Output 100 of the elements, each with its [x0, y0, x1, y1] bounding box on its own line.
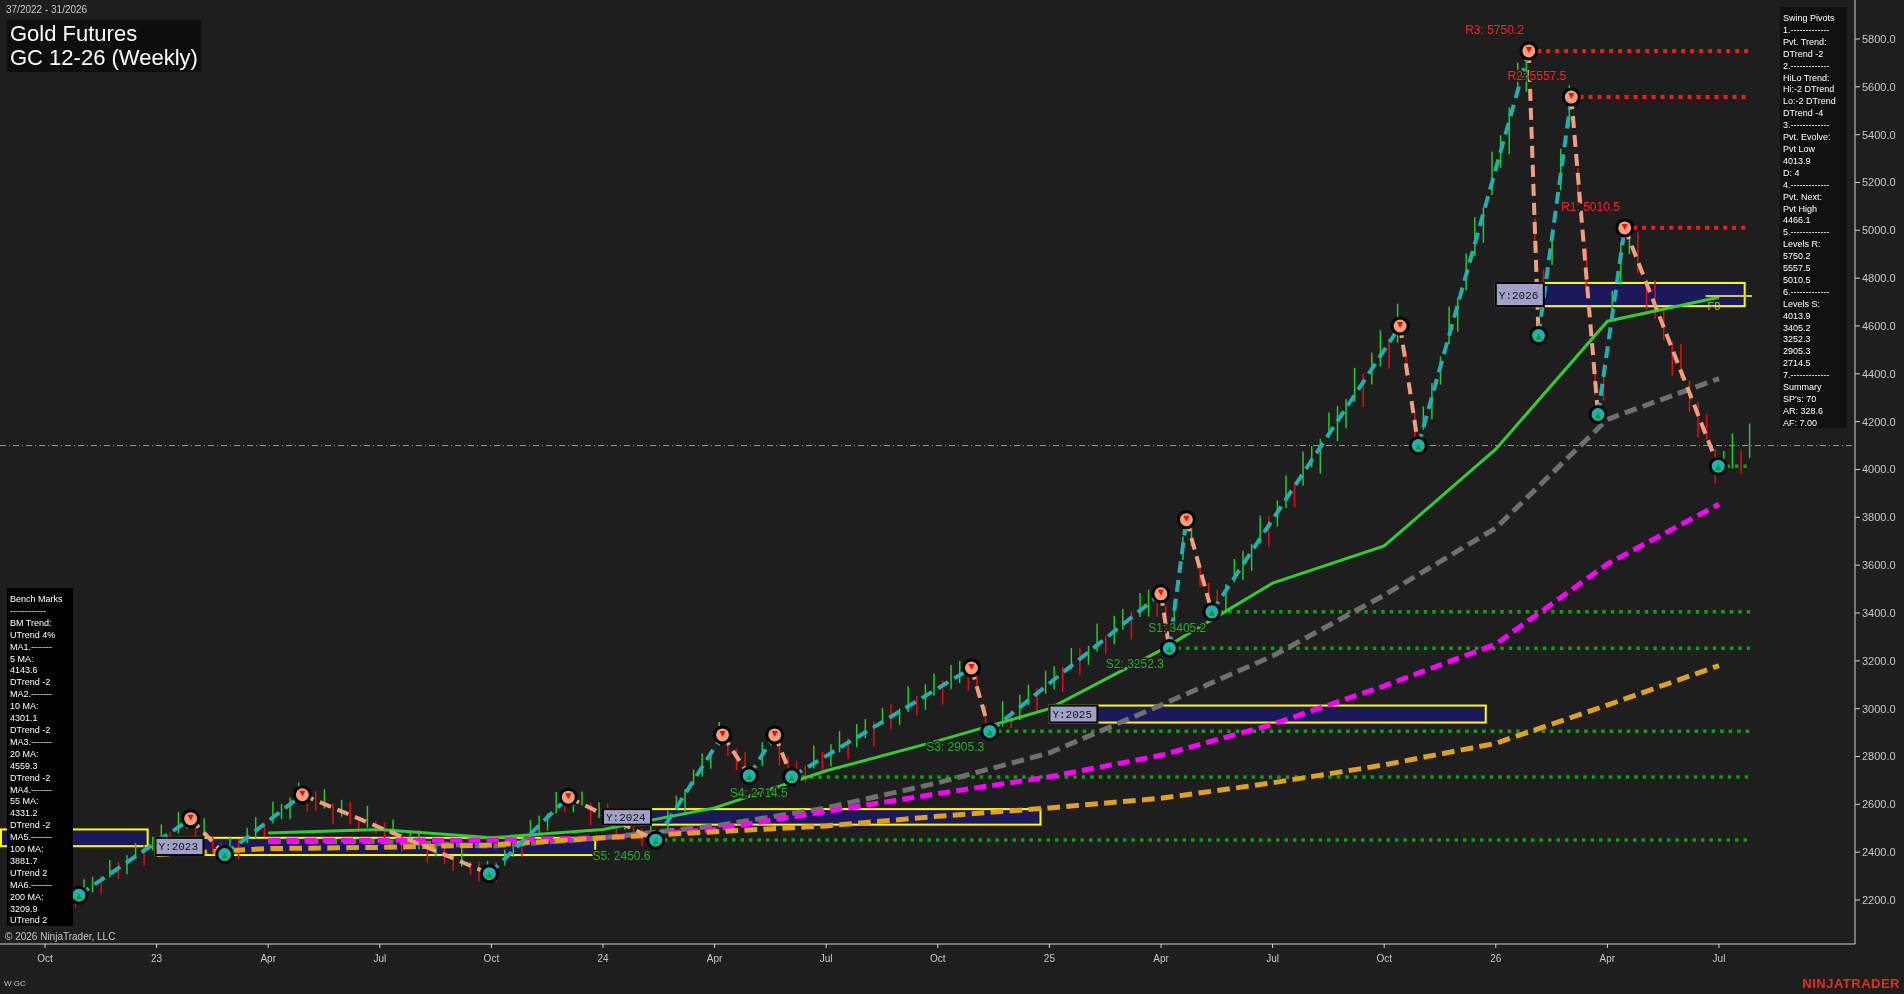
y-axis-label: 5800.0: [1862, 33, 1896, 45]
y-axis-label: 3800.0: [1862, 511, 1896, 524]
benchmark-text: 5 MA:: [10, 653, 35, 666]
swing-pivot-text: 2905.3: [1783, 346, 1812, 359]
y-axis-label: 5600.0: [1862, 80, 1896, 93]
benchmark-text: MA1.-------: [10, 641, 53, 654]
swing-pivot-text: 4013.9: [1783, 310, 1812, 323]
benchmark-text: 100 MA:: [10, 844, 45, 856]
x-axis-label: 26: [1490, 953, 1502, 964]
level-label: R3: 5750.2: [1465, 22, 1524, 37]
level-label: S5: 2450.6: [592, 849, 651, 864]
swing-pivot-text: D: 4: [1783, 167, 1801, 180]
y-axis-label: 5000.0: [1862, 224, 1896, 237]
swing-pivot-text: 5010.5: [1783, 274, 1812, 287]
swing-pivot-text: DTrend -4: [1783, 108, 1825, 121]
swing-pivot-text: Swing Pivots: [1783, 13, 1836, 25]
swing-pivot-text: 5750.2: [1783, 251, 1812, 264]
x-axis-label: Apr: [1153, 953, 1169, 964]
y-axis-label: 4200.0: [1862, 415, 1896, 428]
y-axis-label: 3400.0: [1862, 607, 1896, 619]
swing-pivot-text: 1.-------------: [1783, 24, 1831, 37]
swing-pivot-text: Summary: [1783, 382, 1823, 394]
swing-pivot-text: Lo:-2 DTrend: [1783, 96, 1837, 109]
year-label: Y:2026: [1494, 281, 1545, 308]
swing-pivot-text: 6.-------------: [1783, 286, 1831, 299]
benchmark-text: UTrend 2: [10, 867, 49, 880]
swing-pivot-text: AR: 328.6: [1783, 405, 1825, 418]
swing-pivot-text: 7.-------------: [1783, 370, 1831, 383]
swing-pivot-text: Pvt. Evolve:: [1783, 132, 1832, 144]
benchmark-text: 3209.9: [10, 903, 39, 916]
x-axis-label: Jul: [373, 953, 387, 964]
swing-pivot-text: 5.-------------: [1783, 227, 1831, 240]
swing-pivot-text: 4013.9: [1783, 155, 1812, 168]
copyright-text: © 2026 NinjaTrader, LLC: [5, 930, 116, 944]
swing-pivot-text: 4466.1: [1783, 215, 1812, 228]
x-axis-label: Apr: [1599, 953, 1616, 964]
swing-pivot-text: 2.-------------: [1783, 60, 1831, 73]
benchmark-text: 4331.2: [10, 808, 39, 821]
swing-pivot-text: Pvt Low: [1783, 143, 1816, 156]
swing-pivot-text: 3.-------------: [1783, 120, 1831, 133]
swing-pivot-text: Pvt. Next:: [1783, 191, 1823, 204]
benchmark-text: 3881.7: [10, 855, 39, 868]
year-label: Y:2023: [154, 836, 205, 857]
y-axis-label: 3600.0: [1862, 559, 1896, 572]
swing-pivot-text: SP's: 70: [1783, 394, 1818, 406]
swing-pivot-text: HiLo Trend:: [1783, 72, 1831, 85]
y-axis-label: 4800.0: [1862, 272, 1896, 285]
swing-pivot-text: 4.-------------: [1783, 179, 1831, 192]
swing-pivot-text: 2714.5: [1783, 358, 1812, 371]
swing-pivot-text: Pvt High: [1783, 203, 1818, 216]
benchmark-text: 20 MA:: [10, 748, 40, 761]
year-label: Y:2024: [602, 808, 652, 826]
benchmark-text: Bench Marks: [10, 594, 64, 606]
x-axis-label: Jul: [819, 953, 833, 964]
x-axis-label: Jul: [1266, 953, 1279, 964]
swing-pivot-text: Pvt. Trend:: [1783, 36, 1828, 49]
benchmark-text: 4301.1: [10, 713, 39, 725]
benchmark-text: 55 MA:: [10, 796, 40, 809]
swing-pivot-text: AF: 7.00: [1783, 417, 1819, 430]
swing-pivot-text: Hi:-2 DTrend: [1783, 84, 1836, 97]
year-label: Y:2025: [1048, 704, 1099, 724]
x-axis-label: Apr: [260, 953, 276, 964]
x-axis-label: Oct: [37, 953, 53, 964]
x-axis-label: Oct: [930, 953, 946, 964]
swing-pivot-text: 3405.2: [1783, 322, 1812, 335]
x-axis-label: 24: [597, 953, 609, 964]
benchmark-text: DTrend -2: [10, 820, 52, 833]
swing-pivot-text: 3252.3: [1783, 334, 1812, 347]
benchmark-text: MA5.-------: [10, 832, 53, 845]
swing-pivot-text: DTrend -2: [1783, 48, 1825, 61]
level-label: S3: 2905.3: [926, 740, 985, 755]
y-axis-label: 4000.0: [1862, 463, 1896, 476]
chart-title: Gold Futures: [10, 22, 139, 46]
benchmark-text: DTrend -2: [10, 677, 52, 690]
benchmark-text: UTrend 2: [10, 915, 49, 928]
benchmark-text: ------------: [10, 605, 47, 618]
x-axis-label: Oct: [1376, 953, 1392, 964]
benchmark-text: MA2.-------: [10, 689, 53, 702]
benchmark-text: MA6.-------: [10, 879, 53, 892]
benchmark-text: 10 MA:: [10, 701, 40, 714]
swing-pivot-text: 5557.5: [1783, 263, 1812, 275]
y-axis-label: 2400.0: [1862, 846, 1896, 859]
x-axis-label: Oct: [483, 953, 500, 964]
benchmark-text: MA3.-------: [10, 736, 53, 749]
benchmark-text: UTrend 4%: [10, 629, 57, 642]
benchmark-text: 4143.6: [10, 665, 39, 678]
x-axis-label: Apr: [706, 953, 723, 964]
y-axis-label: 5400.0: [1862, 128, 1896, 141]
y-axis-label: 4600.0: [1862, 320, 1896, 332]
y-axis-label: 2800.0: [1862, 750, 1896, 763]
y-axis-label: 5200.0: [1862, 176, 1896, 189]
benchmark-text: MA4.-------: [10, 784, 53, 797]
date-range: 37/2022 - 31/2026: [6, 3, 89, 17]
benchmark-text: DTrend -2: [10, 772, 52, 785]
x-axis-label: Jul: [1712, 953, 1726, 964]
instrument-label: W GC: [4, 978, 26, 990]
swing-pivot-text: Levels R:: [1783, 239, 1822, 252]
swing-pivot-text: Levels S:: [1783, 298, 1822, 311]
benchmark-text: DTrend -2: [10, 724, 52, 737]
y-axis-label: 2600.0: [1862, 798, 1896, 811]
